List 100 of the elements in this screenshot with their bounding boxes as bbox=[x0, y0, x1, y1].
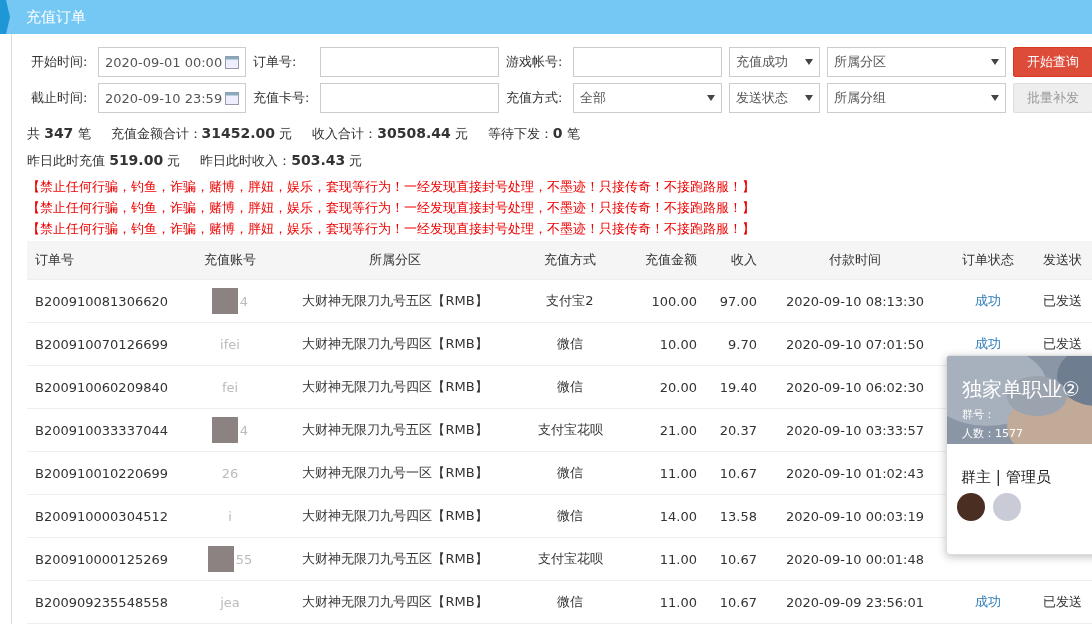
table-cell-text: 11.00 bbox=[658, 551, 698, 567]
caret-icon bbox=[805, 59, 813, 65]
field-label: 游戏帐号: bbox=[506, 53, 564, 71]
table-cell-text: 大财神无限刀九号五区【RMB】 bbox=[301, 550, 489, 568]
table-cell: ifei bbox=[220, 336, 240, 352]
calendar-icon bbox=[225, 91, 239, 105]
warning-notice: 【禁止任何行骗，钓鱼，诈骗，赌博，胖妞，娱乐，套现等行为！一经发现直接封号处理，不墨迹！只接传奇！不接跑路服！】 bbox=[27, 178, 756, 196]
summary-stat: 昨日此时充值 519.00 元 bbox=[27, 152, 181, 170]
field-label: 充值卡号: bbox=[253, 89, 311, 107]
table-cell-text: 微信 bbox=[556, 593, 584, 611]
group-number: 群号： bbox=[962, 407, 996, 422]
table-cell-text: 微信 bbox=[556, 335, 584, 353]
field-label: 截止时间: bbox=[31, 89, 89, 107]
column-header: 充值方式 bbox=[543, 251, 597, 269]
column-header: 所属分区 bbox=[368, 251, 422, 269]
column-header: 订单状态 bbox=[960, 251, 1015, 269]
table-cell-text: B200910000304512 bbox=[34, 508, 169, 524]
table-cell-text: 已发送 bbox=[1042, 335, 1083, 353]
table-cell-text: 微信 bbox=[556, 378, 584, 396]
table-cell-text: 大财神无限刀九号五区【RMB】 bbox=[301, 292, 489, 310]
column-header: 收入 bbox=[730, 251, 758, 269]
table-cell-text: 100.00 bbox=[650, 293, 698, 309]
table-cell-text: 支付宝2 bbox=[545, 292, 595, 310]
table-cell-text: B200910033337044 bbox=[34, 422, 169, 438]
table-cell-text: 支付宝花呗 bbox=[536, 550, 604, 568]
select-dropdown[interactable]: 发送状态 bbox=[729, 83, 820, 113]
summary-stat: 昨日此时收入：503.43 元 bbox=[200, 152, 363, 170]
table-cell-text: 10.67 bbox=[718, 594, 758, 610]
status-link[interactable]: 成功 bbox=[950, 292, 1025, 310]
select-dropdown[interactable]: 全部 bbox=[573, 83, 722, 113]
table-cell: 55 bbox=[235, 551, 253, 567]
table-cell-text: 大财神无限刀九号五区【RMB】 bbox=[301, 421, 489, 439]
table-cell-text: 2020-09-10 00:03:19 bbox=[784, 508, 926, 524]
table-cell-text: B200909235548558 bbox=[34, 594, 169, 610]
date-field[interactable]: 2020-09-01 00:00 bbox=[98, 47, 246, 77]
table-cell-text: B200910070126699 bbox=[34, 336, 169, 352]
table-cell-text: 大财神无限刀九号四区【RMB】 bbox=[301, 335, 489, 353]
field-label: 充值方式: bbox=[506, 89, 564, 107]
table-cell-text: 11.00 bbox=[658, 465, 698, 481]
column-header: 充值金额 bbox=[644, 251, 698, 269]
table-cell-text: 11.00 bbox=[658, 594, 698, 610]
warning-notice: 【禁止任何行骗，钓鱼，诈骗，赌博，胖妞，娱乐，套现等行为！一经发现直接封号处理，不墨迹！只接传奇！不接跑路服！】 bbox=[27, 220, 756, 238]
table-cell-text: 20.37 bbox=[718, 422, 758, 438]
table-cell-text: 10.67 bbox=[718, 551, 758, 567]
table-cell-text: 9.70 bbox=[727, 336, 758, 352]
input-field[interactable] bbox=[320, 47, 499, 77]
select-dropdown[interactable]: 所属分组 bbox=[827, 83, 1006, 113]
search-button[interactable]: 开始查询 bbox=[1013, 47, 1092, 77]
table-cell: jea bbox=[220, 594, 240, 610]
select-dropdown[interactable]: 所属分区 bbox=[827, 47, 1006, 77]
table-cell-text: 14.00 bbox=[658, 508, 698, 524]
table-cell-text: 2020-09-10 01:02:43 bbox=[784, 465, 926, 481]
summary-stat: 充值金额合计：31452.00 元 bbox=[110, 125, 293, 143]
date-field[interactable]: 2020-09-10 23:59 bbox=[98, 83, 246, 113]
table-cell-text: 2020-09-10 08:13:30 bbox=[784, 293, 926, 309]
caret-icon bbox=[991, 59, 999, 65]
table-cell-text: 微信 bbox=[556, 464, 584, 482]
table-cell-text: 2020-09-10 03:33:57 bbox=[784, 422, 926, 438]
table-cell: fei bbox=[221, 379, 239, 395]
field-label: 订单号: bbox=[253, 53, 298, 71]
table-cell-text: 支付宝花呗 bbox=[536, 421, 604, 439]
warning-notice: 【禁止任何行骗，钓鱼，诈骗，赌博，胖妞，娱乐，套现等行为！一经发现直接封号处理，不墨迹！只接传奇！不接跑路服！】 bbox=[27, 199, 756, 217]
field-label: 开始时间: bbox=[31, 53, 89, 71]
select-dropdown[interactable]: 充值成功 bbox=[729, 47, 820, 77]
status-link[interactable]: 成功 bbox=[950, 593, 1025, 611]
table-cell-text: 19.40 bbox=[718, 379, 758, 395]
input-field[interactable] bbox=[573, 47, 722, 77]
input-field[interactable] bbox=[320, 83, 499, 113]
table-cell-text: 大财神无限刀九号四区【RMB】 bbox=[301, 593, 489, 611]
column-header: 充值账号 bbox=[203, 251, 257, 269]
table-cell-text: 大财神无限刀九号一区【RMB】 bbox=[301, 464, 489, 482]
table-cell-text: 2020-09-10 00:01:48 bbox=[784, 551, 926, 567]
table-cell-text: 2020-09-09 23:56:01 bbox=[784, 594, 926, 610]
caret-icon bbox=[991, 95, 999, 101]
table-cell-text: 已发送 bbox=[1042, 593, 1083, 611]
table-cell-text: 大财神无限刀九号四区【RMB】 bbox=[301, 378, 489, 396]
calendar-icon bbox=[225, 55, 239, 69]
table-cell-text: 10.67 bbox=[718, 465, 758, 481]
column-header: 订单号 bbox=[34, 251, 75, 269]
member-count: 人数：1577 bbox=[962, 426, 1024, 441]
table-cell-text: 已发送 bbox=[1042, 292, 1083, 310]
summary-stat: 等待下发：0 笔 bbox=[487, 125, 580, 143]
table-cell: 4 bbox=[239, 422, 249, 438]
table-cell-text: 大财神无限刀九号四区【RMB】 bbox=[301, 507, 489, 525]
table-cell-text: 10.00 bbox=[658, 336, 698, 352]
group-title: 独家单职业② bbox=[962, 376, 1080, 403]
summary-stat: 共 347 笔 bbox=[27, 125, 91, 143]
table-cell-text: 微信 bbox=[556, 507, 584, 525]
table-cell-text: 97.00 bbox=[718, 293, 758, 309]
table-cell-text: B200910010220699 bbox=[34, 465, 169, 481]
table-cell: 26 bbox=[221, 465, 239, 481]
table-cell-text: 20.00 bbox=[658, 379, 698, 395]
status-link[interactable]: 成功 bbox=[950, 335, 1025, 353]
table-cell-text: B200910000125269 bbox=[34, 551, 169, 567]
table-cell: 4 bbox=[239, 293, 249, 309]
avatar[interactable] bbox=[957, 493, 985, 521]
table-cell-text: 2020-09-10 07:01:50 bbox=[784, 336, 926, 352]
column-header: 发送状 bbox=[1042, 251, 1083, 269]
page-title: 充值订单 bbox=[26, 7, 86, 27]
table-cell-text: 2020-09-10 06:02:30 bbox=[784, 379, 926, 395]
